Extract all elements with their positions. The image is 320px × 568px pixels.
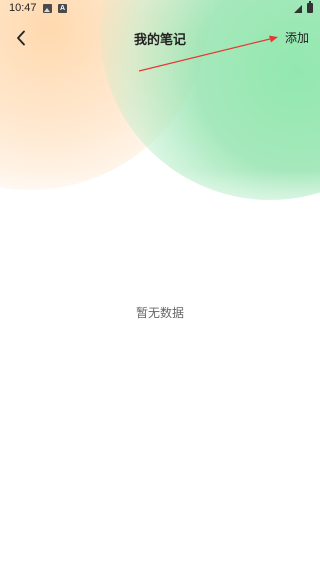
status-bar: 10:47 A <box>0 0 320 18</box>
header-gradient-background <box>0 0 320 568</box>
battery-icon <box>307 1 313 13</box>
gradient-fade <box>0 170 320 290</box>
signal-icon <box>294 5 302 13</box>
navigation-bar: 我的笔记 添加 <box>0 18 320 58</box>
add-note-button[interactable]: 添加 <box>285 29 309 46</box>
status-time: 10:47 <box>9 2 37 14</box>
a-notification-icon: A <box>58 4 67 13</box>
page-title: 我的笔记 <box>133 33 186 48</box>
image-notification-icon <box>43 4 52 13</box>
empty-state-text: 暂无数据 <box>135 306 184 320</box>
